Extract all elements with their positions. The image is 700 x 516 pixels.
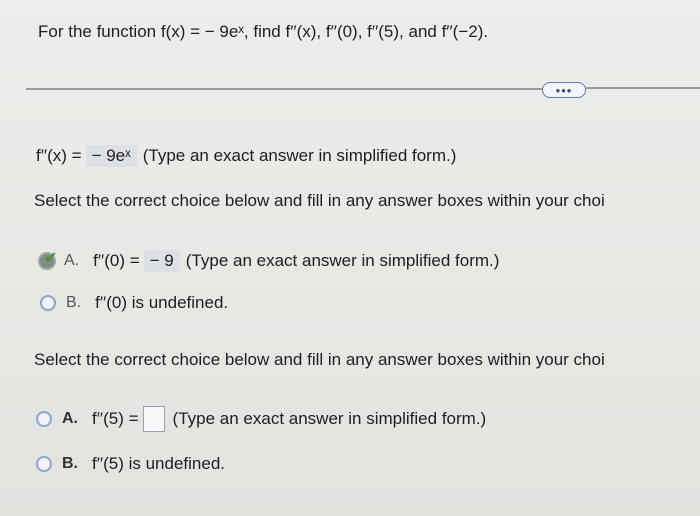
- ellipsis-icon: •••: [555, 82, 573, 98]
- part1-instruction: (Type an exact answer in simplified form…: [142, 146, 457, 165]
- choice-a-answer-value: − 9: [149, 251, 174, 270]
- choice-letter: A.: [62, 410, 78, 427]
- choice-letter: B.: [62, 455, 78, 472]
- choice-letter: A.: [64, 252, 80, 269]
- more-options-button[interactable]: •••: [542, 82, 586, 98]
- choice-b-label: f′′(0) is undefined.: [95, 293, 229, 312]
- choice-a-label: f′′(0) =: [93, 251, 140, 270]
- choice-a-instruction: (Type an exact answer in simplified form…: [185, 251, 500, 270]
- section1-prompt: Select the correct choice below and fill…: [34, 191, 605, 210]
- choice-a-label: f′′(5) =: [92, 409, 139, 428]
- checkmark-icon: ✔: [44, 250, 58, 267]
- choice-letter: B.: [66, 294, 82, 311]
- divider-line-right: [586, 87, 700, 89]
- part1-answer-box[interactable]: − 9eˣ: [85, 145, 137, 167]
- section2-choice-a[interactable]: A. f′′(5) = (Type an exact answer in sim…: [36, 406, 486, 432]
- section2-prompt: Select the correct choice below and fill…: [34, 350, 605, 369]
- problem-page: For the function f(x) = − 9eˣ, find f′′(…: [0, 0, 700, 516]
- section1-choice-b[interactable]: B. f′′(0) is undefined.: [40, 293, 228, 313]
- selected-radio-icon[interactable]: ✔: [38, 250, 57, 270]
- choice-a-answer-input[interactable]: [142, 406, 165, 432]
- choice-b-label: f′′(5) is undefined.: [92, 454, 226, 473]
- radio-icon[interactable]: [36, 456, 52, 472]
- choice-a-answer-box[interactable]: − 9: [143, 250, 180, 272]
- part1-answer-value: − 9eˣ: [91, 146, 131, 165]
- section2-choice-b[interactable]: B. f′′(5) is undefined.: [36, 454, 225, 474]
- part1-answer-row: f′′(x) = − 9eˣ (Type an exact answer in …: [36, 145, 456, 167]
- part1-label: f′′(x) =: [36, 146, 82, 165]
- question-prompt: For the function f(x) = − 9eˣ, find f′′(…: [38, 22, 489, 41]
- radio-icon[interactable]: [36, 411, 52, 427]
- divider-line: [26, 88, 548, 90]
- radio-icon[interactable]: [40, 295, 56, 311]
- section1-choice-a[interactable]: ✔ A. f′′(0) = − 9 (Type an exact answer …: [38, 250, 499, 272]
- choice-a-instruction: (Type an exact answer in simplified form…: [172, 409, 487, 428]
